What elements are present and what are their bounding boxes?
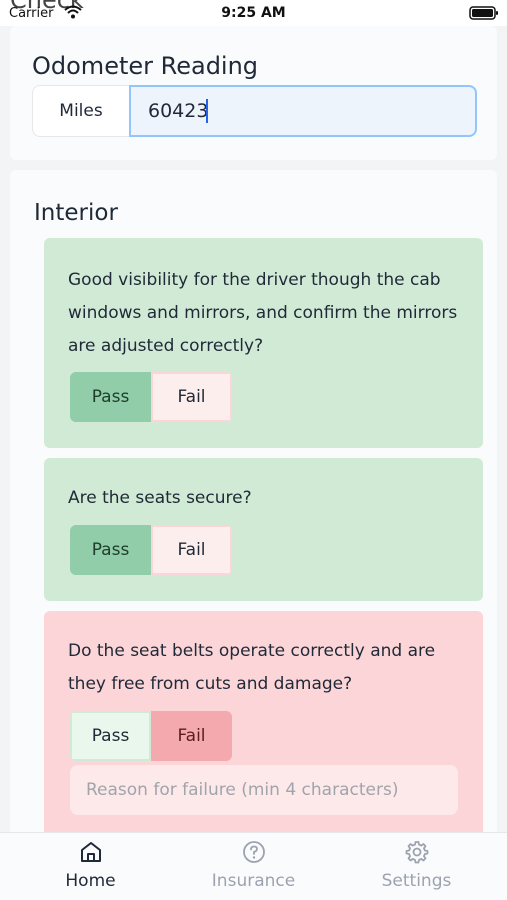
pass-fail-toggle: Pass Fail [70, 372, 232, 422]
failure-reason-input[interactable] [70, 765, 458, 815]
question-card: Good visibility for the driver though th… [44, 238, 483, 448]
odometer-unit-label: Miles [32, 85, 129, 137]
battery-icon [469, 6, 498, 20]
question-text: Are the seats secure? [68, 488, 252, 508]
odometer-card: Odometer Reading Miles [10, 26, 497, 160]
pass-button[interactable]: Pass [70, 711, 151, 761]
question-card: Are the seats secure? Pass Fail [44, 458, 483, 601]
fail-button[interactable]: Fail [151, 711, 232, 761]
section-title: Interior [34, 200, 118, 226]
tab-label: Insurance [211, 871, 296, 891]
tab-label: Settings [381, 871, 452, 891]
question-circle-icon [242, 841, 265, 863]
odometer-input-group: Miles [32, 85, 477, 137]
text-caret [206, 99, 208, 123]
odometer-input[interactable] [129, 85, 477, 137]
pass-fail-toggle: Pass Fail [70, 525, 232, 575]
interior-section: Interior Good visibility for the driver … [10, 170, 497, 851]
gear-icon [405, 841, 428, 864]
tab-label: Home [65, 871, 116, 891]
tab-home[interactable]: Home [6, 833, 175, 900]
status-time: 9:25 AM [221, 5, 286, 21]
fail-button[interactable]: Fail [151, 525, 232, 575]
question-text: Good visibility for the driver though th… [68, 270, 458, 356]
tab-bar: Home Insurance Settings [0, 832, 507, 900]
home-icon [80, 842, 101, 862]
odometer-title: Odometer Reading [32, 52, 259, 80]
tab-insurance[interactable]: Insurance [169, 833, 338, 900]
fail-button[interactable]: Fail [151, 372, 232, 422]
pass-fail-toggle: Pass Fail [70, 711, 232, 761]
tab-settings[interactable]: Settings [332, 833, 501, 900]
question-text: Do the seat belts operate correctly and … [68, 641, 436, 694]
status-bar: Check Carrier 9:25 AM [0, 0, 507, 26]
question-card: Do the seat belts operate correctly and … [44, 611, 483, 851]
pass-button[interactable]: Pass [70, 525, 151, 575]
pass-button[interactable]: Pass [70, 372, 151, 422]
